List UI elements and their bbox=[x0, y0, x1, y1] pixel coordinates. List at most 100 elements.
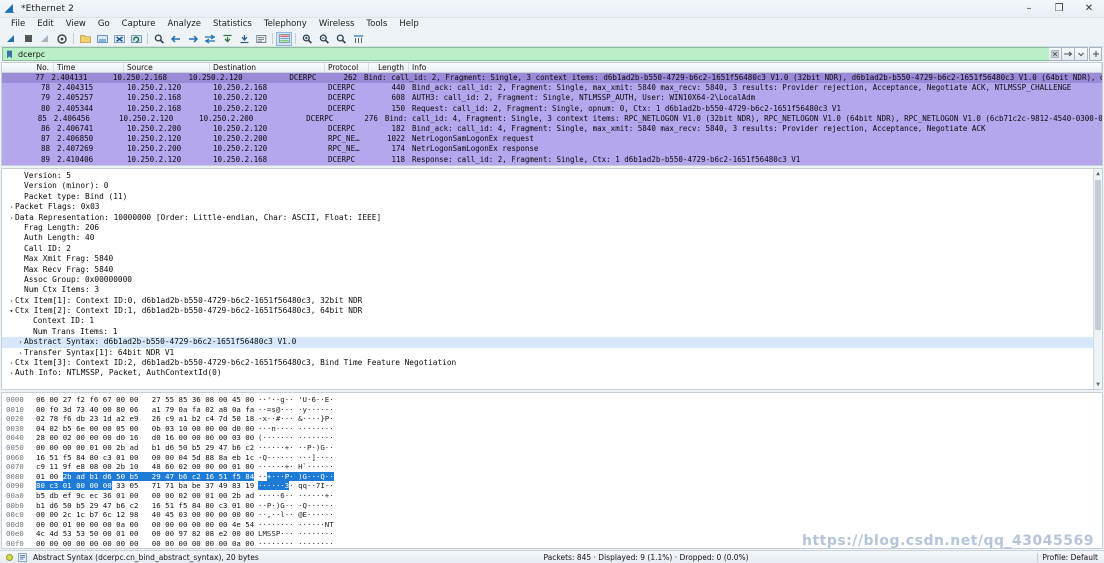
close-file-icon[interactable] bbox=[111, 32, 127, 46]
minimize-button[interactable]: – bbox=[1014, 0, 1044, 18]
hex-dump-row[interactable]: 00d0 00 00 01 00 00 00 0a 00 00 00 00 00 … bbox=[2, 520, 1102, 530]
detail-tree-row[interactable]: Frag Length: 206 bbox=[2, 223, 1102, 233]
packet-row[interactable]: 78 2.404315 10.250.2.120 10.250.2.168 DCERPC… bbox=[2, 83, 1102, 94]
menu-item-wireless[interactable]: Wireless bbox=[313, 18, 361, 31]
chevron-right-icon[interactable]: › bbox=[8, 368, 15, 378]
detail-tree-row[interactable]: Num Ctx Items: 3 bbox=[2, 285, 1102, 295]
chevron-down-icon[interactable]: ▾ bbox=[8, 306, 15, 316]
hex-dump-row[interactable]: 00c0 00 00 2c 1c b7 6c 12 98 40 45 03 00 … bbox=[2, 510, 1102, 520]
scroll-down-arrow-icon[interactable]: ▼ bbox=[1094, 380, 1102, 389]
detail-scroll-thumb[interactable] bbox=[1095, 180, 1101, 330]
detail-tree-row[interactable]: Assoc Group: 0x00000000 bbox=[2, 275, 1102, 285]
menu-item-analyze[interactable]: Analyze bbox=[161, 18, 207, 31]
chevron-right-icon[interactable]: › bbox=[17, 348, 24, 358]
detail-tree-row[interactable]: Call ID: 2 bbox=[2, 244, 1102, 254]
packet-row[interactable]: 86 2.406741 10.250.2.200 10.250.2.120 DCERPC… bbox=[2, 123, 1102, 135]
column-header-time[interactable]: Time bbox=[54, 63, 124, 72]
packet-row[interactable]: 79 2.405257 10.250.2.168 10.250.2.120 DCERPC… bbox=[2, 93, 1102, 104]
apply-filter-arrow-icon[interactable] bbox=[1062, 47, 1075, 61]
chevron-right-icon[interactable]: › bbox=[8, 296, 15, 306]
menu-item-statistics[interactable]: Statistics bbox=[207, 18, 258, 31]
menu-item-view[interactable]: View bbox=[60, 18, 92, 31]
detail-tree-row[interactable]: Num Trans Items: 1 bbox=[2, 327, 1102, 337]
packet-bytes-pane[interactable]: 0000 06 00 27 f2 f6 67 00 00 27 55 85 36 … bbox=[1, 392, 1103, 549]
hex-dump-row[interactable]: 0080 01 00 2b ad b1 d6 50 b5 29 47 b6 c2 … bbox=[2, 471, 1102, 482]
hex-dump-row[interactable]: 0050 00 00 00 00 01 00 2b ad b1 d6 50 b5 … bbox=[2, 443, 1102, 453]
zoom-reset-icon[interactable] bbox=[333, 32, 349, 46]
detail-tree-row[interactable]: Context ID: 1 bbox=[2, 316, 1102, 326]
go-to-packet-icon[interactable] bbox=[202, 32, 218, 46]
go-forward-icon[interactable] bbox=[185, 32, 201, 46]
hex-dump-row[interactable]: 0060 16 51 f5 84 80 c3 01 00 00 00 04 5d … bbox=[2, 453, 1102, 463]
column-header-no[interactable]: No. bbox=[2, 63, 54, 72]
detail-tree-row[interactable]: › Ctx Item[1]: Context ID:0, d6b1ad2b-b55… bbox=[2, 296, 1102, 306]
menu-item-edit[interactable]: Edit bbox=[31, 18, 59, 31]
packet-row[interactable]: 85 2.406456 10.250.2.120 10.250.2.200 DCERPC… bbox=[2, 113, 1102, 124]
hex-dump-row[interactable]: 0020 02 78 f6 db 23 1d a2 e9 26 c9 a1 b2 … bbox=[2, 414, 1102, 424]
filter-history-dropdown-icon[interactable] bbox=[1075, 47, 1088, 61]
hex-dump-row[interactable]: 0030 04 02 b5 6e 00 00 05 00 0b 03 10 00 … bbox=[2, 424, 1102, 434]
chevron-right-icon[interactable]: › bbox=[17, 337, 24, 347]
colorize-packets-icon[interactable] bbox=[276, 31, 292, 46]
save-file-icon[interactable] bbox=[94, 32, 110, 46]
menu-item-capture[interactable]: Capture bbox=[116, 18, 162, 31]
menu-item-go[interactable]: Go bbox=[92, 18, 116, 31]
zoom-in-icon[interactable] bbox=[299, 32, 315, 46]
column-header-protocol[interactable]: Protocol bbox=[325, 63, 369, 72]
packet-list-pane[interactable]: No. Time Source Destination Protocol Len… bbox=[1, 62, 1103, 166]
detail-tree-row[interactable]: Version (minor): 0 bbox=[2, 181, 1102, 191]
chevron-right-icon[interactable]: › bbox=[8, 213, 15, 223]
menu-item-telephony[interactable]: Telephony bbox=[258, 18, 313, 31]
hex-dump-row[interactable]: 0090 80 c3 01 00 00 00 33 05 71 71 ba be … bbox=[2, 481, 1102, 491]
packet-row[interactable]: 88 2.407269 10.250.2.200 10.250.2.120 RPC_NE… bbox=[2, 144, 1102, 155]
capture-options-icon[interactable] bbox=[54, 32, 70, 46]
chevron-right-icon[interactable]: › bbox=[8, 358, 15, 368]
resize-columns-icon[interactable] bbox=[350, 32, 366, 46]
go-back-icon[interactable] bbox=[168, 32, 184, 46]
hex-dump-row[interactable]: 010061 4a 00 00 00 0faJ···· bbox=[2, 549, 1102, 550]
menu-item-help[interactable]: Help bbox=[393, 18, 424, 31]
detail-tree-row[interactable]: › Auth Info: NTLMSSP, Packet, AuthContext… bbox=[2, 368, 1102, 378]
detail-tree-row[interactable]: Max Xmit Frag: 5840 bbox=[2, 254, 1102, 264]
packet-row[interactable]: 89 2.410406 10.250.2.120 10.250.2.168 DCERPC… bbox=[2, 154, 1102, 165]
hex-dump-row[interactable]: 00b0 b1 d6 50 b5 29 47 b6 c2 16 51 f5 84 … bbox=[2, 501, 1102, 511]
clear-filter-icon[interactable] bbox=[1049, 47, 1062, 61]
detail-tree-row[interactable]: Max Recv Frag: 5840 bbox=[2, 265, 1102, 275]
stop-capture-icon[interactable] bbox=[20, 32, 36, 46]
chevron-right-icon[interactable]: › bbox=[8, 202, 15, 212]
filter-expression-icon[interactable] bbox=[1089, 47, 1102, 61]
column-header-info[interactable]: Info bbox=[409, 63, 1102, 72]
detail-tree-row[interactable]: › Transfer Syntax[1]: 64bit NDR V1 bbox=[2, 348, 1102, 358]
column-header-length[interactable]: Length bbox=[369, 63, 409, 72]
packet-row[interactable]: 87 2.406850 10.250.2.120 10.250.2.200 RPC_NE… bbox=[2, 134, 1102, 145]
menu-item-tools[interactable]: Tools bbox=[360, 18, 393, 31]
column-header-destination[interactable]: Destination bbox=[210, 63, 325, 72]
scroll-up-arrow-icon[interactable]: ▲ bbox=[1094, 169, 1102, 178]
expert-info-yellow-icon[interactable] bbox=[6, 553, 13, 561]
go-to-last-icon[interactable] bbox=[236, 32, 252, 46]
start-capture-icon[interactable] bbox=[3, 32, 19, 46]
restart-capture-icon[interactable] bbox=[37, 32, 53, 46]
detail-tree-row[interactable]: Version: 5 bbox=[2, 171, 1102, 181]
maximize-button[interactable]: ❐ bbox=[1044, 0, 1074, 18]
hex-dump-row[interactable]: 00e0 4c 4d 53 53 50 00 01 00 00 00 97 82 … bbox=[2, 529, 1102, 539]
zoom-out-icon[interactable] bbox=[316, 32, 332, 46]
detail-tree-row[interactable]: Auth Length: 40 bbox=[2, 233, 1102, 243]
menu-item-file[interactable]: File bbox=[5, 18, 31, 31]
hex-dump-row[interactable]: 0010 00 f0 3d 73 40 00 80 06 a1 79 0a fa … bbox=[2, 405, 1102, 415]
packet-details-pane[interactable]: Version: 5 Version (minor): 0 Packet typ… bbox=[1, 168, 1103, 390]
auto-scroll-icon[interactable] bbox=[253, 32, 269, 46]
packet-row[interactable]: 77 2.404131 10.250.2.168 10.250.2.120 DCERPC… bbox=[2, 73, 1102, 84]
column-header-source[interactable]: Source bbox=[124, 63, 210, 72]
hex-dump-row[interactable]: 0000 06 00 27 f2 f6 67 00 00 27 55 85 36 … bbox=[2, 395, 1102, 405]
go-to-first-icon[interactable] bbox=[219, 32, 235, 46]
detail-tree-row[interactable]: Packet type: Bind (11) bbox=[2, 192, 1102, 202]
reload-file-icon[interactable] bbox=[128, 32, 144, 46]
capture-file-properties-icon[interactable] bbox=[18, 552, 27, 562]
open-file-icon[interactable] bbox=[77, 32, 93, 46]
detail-tree-row[interactable]: › Data Representation: 10000000 [Order: L… bbox=[2, 213, 1102, 223]
find-packet-icon[interactable] bbox=[151, 32, 167, 46]
filter-bookmark-icon[interactable] bbox=[2, 47, 15, 61]
detail-tree-row[interactable]: › Ctx Item[3]: Context ID:2, d6b1ad2b-b55… bbox=[2, 358, 1102, 368]
display-filter-input[interactable]: dcerpc bbox=[15, 47, 1049, 61]
